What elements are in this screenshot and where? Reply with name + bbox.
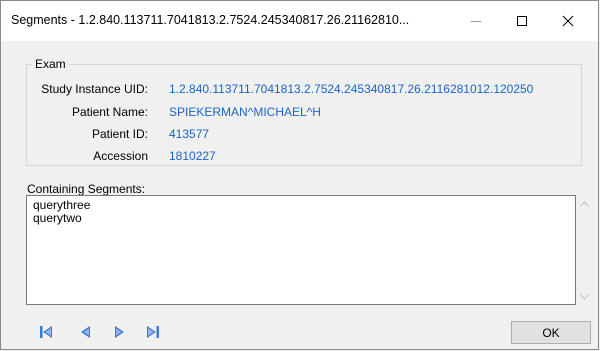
accession-label: Accession: [93, 149, 148, 163]
exam-group-title: Exam: [32, 57, 69, 71]
previous-record-icon: [81, 326, 90, 338]
minimize-button[interactable]: [453, 1, 499, 41]
patient-id-label: Patient ID:: [91, 127, 148, 141]
segments-listbox[interactable]: querythree querytwo: [26, 195, 576, 305]
scroll-down-button[interactable]: [576, 288, 593, 305]
chevron-up-icon: [580, 200, 589, 207]
window-title: Segments - 1.2.840.113711.7041813.2.7524…: [11, 13, 410, 27]
study-uid-label: Study Instance UID:: [41, 82, 148, 96]
last-record-button[interactable]: [144, 323, 162, 341]
segments-dialog: Segments - 1.2.840.113711.7041813.2.7524…: [0, 0, 599, 350]
list-item[interactable]: querytwo: [27, 212, 575, 225]
patient-name-value: SPIEKERMAN^MICHAEL^H: [169, 105, 321, 119]
patient-id-value: 413577: [169, 127, 210, 141]
next-record-icon: [115, 326, 124, 338]
containing-segments-label: Containing Segments:: [27, 182, 146, 196]
title-bar[interactable]: Segments - 1.2.840.113711.7041813.2.7524…: [1, 1, 598, 41]
chevron-down-icon: [580, 293, 589, 300]
close-icon: [562, 15, 574, 27]
ok-button[interactable]: OK: [511, 321, 591, 344]
scroll-up-button[interactable]: [576, 195, 593, 212]
first-record-button[interactable]: [37, 323, 55, 341]
first-record-icon: [40, 326, 52, 338]
close-button[interactable]: [545, 1, 591, 41]
maximize-icon: [517, 16, 527, 26]
patient-name-label: Patient Name:: [71, 105, 148, 119]
accession-value: 1810227: [169, 149, 216, 163]
study-uid-value: 1.2.840.113711.7041813.2.7524.245340817.…: [169, 82, 534, 96]
segments-scrollbar[interactable]: [576, 195, 593, 305]
maximize-button[interactable]: [499, 1, 545, 41]
previous-record-button[interactable]: [77, 323, 95, 341]
next-record-button[interactable]: [110, 323, 128, 341]
list-item[interactable]: querythree: [27, 199, 575, 212]
last-record-icon: [147, 326, 159, 338]
minimize-icon: [471, 21, 481, 22]
